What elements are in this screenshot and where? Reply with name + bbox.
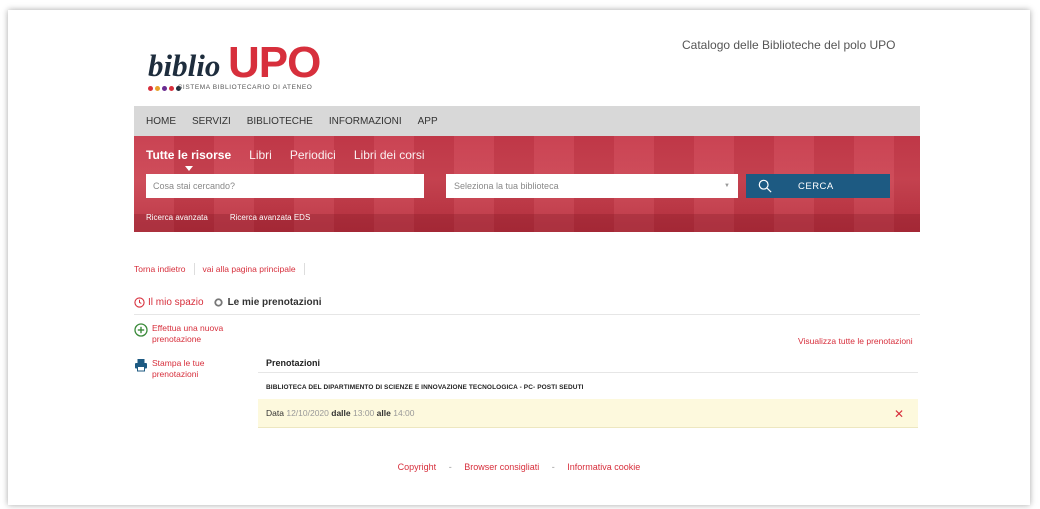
logo-upo-text: UPO — [228, 38, 321, 87]
myspace-title-row: Il mio spazio Le mie prenotazioni — [134, 292, 920, 312]
tab-libri-dei-corsi[interactable]: Libri dei corsi — [354, 148, 425, 162]
search-button-label: CERCA — [798, 180, 834, 192]
browsers-link[interactable]: Browser consigliati — [464, 462, 539, 472]
reservation-start-time: 13:00 — [353, 408, 375, 418]
logo-dots — [148, 86, 181, 91]
nav-item-servizi[interactable]: SERVIZI — [192, 116, 231, 127]
logo-dot — [155, 86, 160, 91]
advanced-search-link[interactable]: Ricerca avanzata — [146, 213, 208, 222]
library-select-placeholder: Seleziona la tua biblioteca — [454, 181, 559, 191]
tab-periodici[interactable]: Periodici — [290, 148, 336, 162]
copyright-link[interactable]: Copyright — [398, 462, 437, 472]
plus-circle-icon — [134, 323, 148, 337]
footer-separator: - — [551, 462, 555, 472]
delete-reservation-icon[interactable]: ✕ — [894, 407, 904, 421]
back-link[interactable]: Torna indietro — [134, 264, 186, 274]
browser-frame: biblio UPO SISTEMA BIBLIOTECARIO DI ATEN… — [8, 10, 1030, 505]
logo-dot — [169, 86, 174, 91]
search-icon — [758, 179, 772, 193]
nav-item-biblioteche[interactable]: BIBLIOTECHE — [247, 116, 313, 127]
reservation-info: Data 12/10/2020 dalle 13:00 alle 14:00 — [266, 408, 415, 418]
search-tabs: Tutte le risorse Libri Periodici Libri d… — [146, 148, 443, 171]
cookie-policy-link[interactable]: Informativa cookie — [567, 462, 640, 472]
see-all-reservations-link[interactable]: Visualizza tutte le prenotazioni — [798, 336, 913, 346]
main-nav: HOME SERVIZI BIBLIOTECHE INFORMAZIONI AP… — [134, 106, 920, 136]
reservation-date: 12/10/2020 — [286, 408, 329, 418]
clock-icon — [134, 296, 145, 308]
advanced-search-eds-link[interactable]: Ricerca avanzata EDS — [230, 213, 310, 222]
reservation-end-time: 14:00 — [393, 408, 415, 418]
new-reservation-link[interactable]: Effettua una nuova prenotazione — [134, 323, 242, 345]
reservation-row: Data 12/10/2020 dalle 13:00 alle 14:00 ✕ — [258, 399, 918, 428]
library-name: BIBLIOTECA DEL DIPARTIMENTO DI SCIENZE E… — [266, 384, 584, 391]
page-title: Le mie prenotazioni — [227, 296, 322, 308]
myspace-link[interactable]: Il mio spazio — [148, 297, 204, 308]
breadcrumb-separator — [193, 263, 195, 275]
tab-tutte-le-risorse[interactable]: Tutte le risorse — [146, 148, 231, 171]
nav-item-app[interactable]: APP — [418, 116, 438, 127]
reservations-header: Prenotazioni — [266, 358, 321, 368]
date-label: Data — [266, 408, 284, 418]
new-reservation-label: Effettua una nuova prenotazione — [152, 323, 224, 344]
page: biblio UPO SISTEMA BIBLIOTECARIO DI ATEN… — [8, 10, 1030, 505]
footer: Copyright - Browser consigliati - Inform… — [8, 462, 1030, 472]
home-link[interactable]: vai alla pagina principale — [203, 264, 296, 274]
divider — [258, 372, 918, 373]
library-select[interactable]: Seleziona la tua biblioteca ▼ — [446, 174, 738, 198]
tab-libri[interactable]: Libri — [249, 148, 272, 162]
breadcrumb-separator — [303, 263, 305, 275]
logo-dot — [162, 86, 167, 91]
gear-icon — [213, 297, 223, 307]
breadcrumb: Torna indietro vai alla pagina principal… — [134, 263, 313, 275]
logo-subtitle: SISTEMA BIBLIOTECARIO DI ATENEO — [178, 84, 313, 91]
logo-dot — [148, 86, 153, 91]
nav-item-home[interactable]: HOME — [146, 116, 176, 127]
print-reservations-link[interactable]: Stampa le tue prenotazioni — [134, 358, 242, 380]
from-label: dalle — [331, 408, 351, 418]
advanced-search-links: Ricerca avanzata Ricerca avanzata EDS — [146, 213, 332, 222]
footer-separator: - — [448, 462, 452, 472]
nav-item-informazioni[interactable]: INFORMAZIONI — [329, 116, 402, 127]
search-button[interactable]: CERCA — [746, 174, 890, 198]
biblio-upo-logo[interactable]: biblio UPO SISTEMA BIBLIOTECARIO DI ATEN… — [148, 36, 348, 96]
printer-icon — [135, 359, 147, 372]
search-input[interactable] — [146, 174, 424, 198]
print-reservations-label: Stampa le tue prenotazioni — [152, 358, 205, 379]
to-label: alle — [376, 408, 391, 418]
logo-biblio-text: biblio — [148, 48, 221, 83]
catalog-title: Catalogo delle Biblioteche del polo UPO — [682, 38, 896, 52]
chevron-down-icon: ▼ — [724, 183, 730, 189]
search-band: Tutte le risorse Libri Periodici Libri d… — [134, 136, 920, 232]
divider — [134, 314, 920, 315]
